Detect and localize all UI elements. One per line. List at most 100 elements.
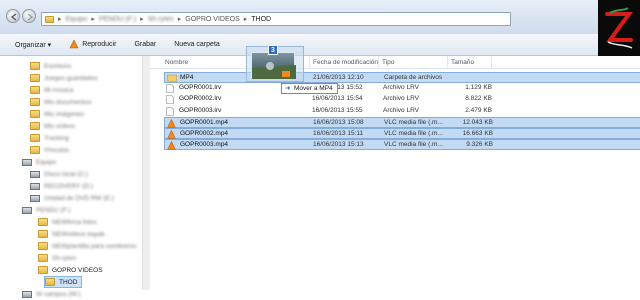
breadcrumb-item[interactable]: PENDU (F:) [99, 16, 136, 23]
vlc-icon [69, 40, 79, 49]
sidebar-item-label: PENDU (F:) [36, 206, 71, 214]
breadcrumb-separator-icon[interactable]: ▸ [58, 15, 62, 23]
navigation-pane[interactable]: Escritorio Juegos guardados Mi música Mis d… [0, 56, 150, 298]
drive-icon [22, 206, 32, 214]
folder-icon [45, 15, 54, 23]
folder-icon [30, 86, 40, 94]
file-size: 8.822 KB [465, 95, 492, 103]
column-divider[interactable] [491, 56, 492, 68]
file-size: 9.326 KB [466, 141, 493, 149]
column-divider[interactable] [378, 56, 379, 68]
breadcrumb-item[interactable]: Equipo [66, 16, 88, 23]
sidebar-item-label: Mis vídeos [44, 122, 76, 130]
sidebar-item[interactable]: NEWfinca fotos [38, 216, 97, 228]
sidebar-item[interactable]: Juegos guardados [30, 72, 98, 84]
logo [598, 0, 640, 60]
file-row[interactable]: GOPR0003.lrv 16/06/2013 15:55 Archivo LRV 2… [164, 106, 640, 117]
forward-button[interactable] [22, 9, 36, 23]
sidebar-item[interactable]: NEWplantilla para sombreros [38, 240, 137, 252]
sidebar-item-label: NEWfinca fotos [52, 218, 97, 226]
file-row[interactable]: GOPR0001.mp4 16/06/2013 15:08 VLC media fi… [164, 116, 640, 128]
sidebar-item[interactable]: RECOVERY (D:) [30, 180, 93, 192]
sidebar-item-label: Equipo [36, 158, 57, 166]
breadcrumb-item[interactable]: Sh.ryten [148, 16, 174, 23]
drag-preview: 3 [246, 45, 304, 82]
sidebar-item-label: W campus (W:) [36, 290, 81, 298]
column-divider[interactable] [309, 56, 310, 68]
folder-icon [30, 74, 40, 82]
back-button[interactable] [6, 9, 20, 23]
breadcrumb-separator-icon[interactable]: ▸ [140, 15, 144, 23]
sidebar-item[interactable]: Vínculos [30, 144, 69, 156]
sidebar-item[interactable]: PENDU (F:) [22, 204, 71, 216]
column-type[interactable]: Tipo [382, 59, 394, 66]
drag-tooltip: ➜ Mover a MP4 [281, 83, 338, 94]
drive-icon [22, 158, 32, 166]
sidebar-item[interactable]: Mis documentos [30, 96, 91, 108]
sidebar-scrollbar[interactable] [142, 56, 150, 290]
sidebar-item-label: GOPRO VIDEOS [52, 266, 103, 274]
file-date: 16/06/2013 15:55 [312, 106, 363, 114]
file-date: 16/06/2013 15:13 [313, 141, 364, 149]
new-folder-button[interactable]: Nueva carpeta [174, 41, 220, 48]
sidebar-item[interactable]: Mis vídeos [30, 120, 75, 132]
file-row[interactable]: GOPR0003.mp4 16/06/2013 15:13 VLC media fi… [164, 139, 640, 151]
burn-button[interactable]: Grabar [134, 41, 156, 48]
sidebar-item-label: NEWplantilla para sombreros [52, 242, 137, 250]
file-type: Archivo LRV [383, 106, 420, 114]
folder-icon [38, 218, 48, 226]
title-bar: ▸ Equipo ▸ PENDU (F:) ▸ Sh.ryten ▸ GOPRO VIDEOS… [0, 0, 640, 34]
sidebar-item[interactable]: Mis imágenes [30, 108, 84, 120]
sidebar-item-label: Sh.ryten [52, 254, 77, 262]
file-size: 2.479 KB [465, 106, 492, 114]
play-button[interactable]: Reproducir [69, 40, 116, 49]
file-row[interactable]: GOPR0001.lrv16/06/2013 15:52Archivo LRV1… [164, 83, 640, 94]
breadcrumb-separator-icon[interactable]: ▸ [178, 15, 182, 23]
column-divider[interactable] [447, 56, 448, 68]
sidebar-item[interactable]: Sh.ryten [38, 252, 76, 264]
sidebar-item-label: Mis documentos [44, 98, 92, 106]
arrow-right-icon: ➜ [285, 85, 291, 92]
address-bar[interactable]: ▸ Equipo ▸ PENDU (F:) ▸ Sh.ryten ▸ GOPRO VIDEOS… [41, 12, 511, 26]
sidebar-item-label: NEWvideos kayak [52, 230, 105, 238]
column-size[interactable]: Tamaño [451, 59, 474, 66]
sidebar-item[interactable]: Escritorio [30, 60, 71, 72]
file-type: Archivo LRV [383, 95, 420, 103]
file-type: VLC media file (.m... [384, 130, 443, 137]
arrow-left-icon [10, 13, 17, 21]
file-name: GOPR0001.lrv [179, 84, 222, 92]
sidebar-item[interactable]: Tracking [30, 132, 69, 144]
sidebar-item[interactable]: Mi música [30, 84, 73, 96]
sidebar-item[interactable]: Unidad de DVD RW (E:) [30, 192, 114, 204]
folder-icon [38, 242, 48, 250]
breadcrumb-item[interactable]: GOPRO VIDEOS [185, 16, 239, 23]
file-row[interactable]: GOPR0002.lrv 16/06/2013 15:54 Archivo LRV 8… [164, 94, 640, 105]
breadcrumb-item[interactable]: THOD [251, 16, 271, 23]
column-name[interactable]: Nombre [165, 59, 188, 66]
play-label: Reproducir [82, 41, 117, 48]
file-row[interactable]: MP4 21/06/2013 12:10 Carpeta de archivos [164, 72, 640, 83]
new-folder-label: Nueva carpeta [174, 41, 220, 48]
sidebar-item-label: Tracking [44, 134, 69, 142]
file-date: 16/06/2013 15:08 [313, 118, 364, 126]
folder-icon [38, 266, 48, 274]
file-name: GOPR0002.lrv [179, 95, 222, 103]
file-name: MP4 [180, 74, 194, 81]
folder-icon [30, 122, 40, 130]
drive-icon [30, 194, 40, 202]
file-name: GOPR0003.lrv [179, 106, 222, 114]
column-date[interactable]: Fecha de modificación [313, 59, 378, 66]
file-name: GOPR0002.mp4 [180, 130, 229, 137]
sidebar-item[interactable]: Equipo [22, 156, 56, 168]
sidebar-item[interactable]: NEWvideos kayak [38, 228, 105, 240]
file-date: 21/06/2013 12:10 [313, 74, 364, 81]
sidebar-item[interactable]: Disco local (C:) [30, 168, 88, 180]
breadcrumb-separator-icon[interactable]: ▸ [91, 15, 95, 23]
drive-icon [30, 170, 40, 178]
organize-button[interactable]: Organizar ▾ [15, 41, 51, 49]
logo-icon [605, 7, 633, 49]
file-row[interactable]: GOPR0002.mp4 16/06/2013 15:11 VLC media fi… [164, 128, 640, 139]
sidebar-item[interactable]: GOPRO VIDEOS [38, 264, 103, 276]
sidebar-item[interactable]: THOD [44, 276, 83, 288]
breadcrumb-separator-icon[interactable]: ▸ [244, 15, 248, 23]
